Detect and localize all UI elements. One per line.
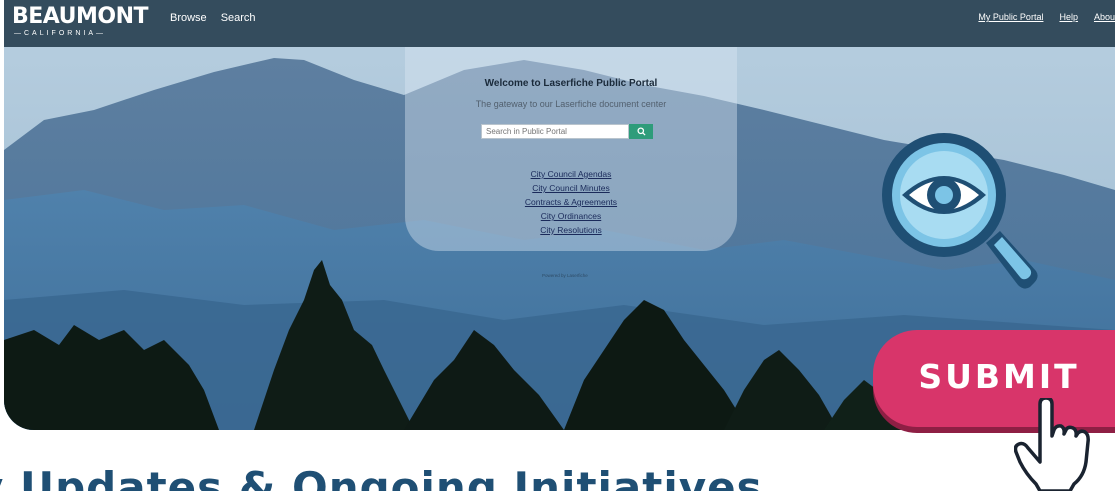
welcome-panel: Welcome to Laserfiche Public Portal The … xyxy=(405,47,737,251)
link-city-resolutions[interactable]: City Resolutions xyxy=(405,223,737,237)
search-icon xyxy=(636,127,646,136)
beaumont-logo[interactable]: BEAUMONT —CALIFORNIA— xyxy=(12,4,149,42)
nav-search[interactable]: Search xyxy=(221,12,256,24)
quick-links: City Council Agendas City Council Minute… xyxy=(405,167,737,237)
logo-text: BEAUMONT xyxy=(12,4,149,29)
main-nav: Browse Search xyxy=(170,12,256,24)
page-headline: y Updates & Ongoing Initiatives xyxy=(0,463,763,491)
powered-by-text: Powered by Laserfiche xyxy=(542,273,588,278)
link-city-council-agendas[interactable]: City Council Agendas xyxy=(405,167,737,181)
search-input[interactable] xyxy=(481,124,629,139)
eye-magnifier-icon xyxy=(882,133,1038,289)
pointer-hand-icon xyxy=(1014,398,1090,491)
link-contracts-agreements[interactable]: Contracts & Agreements xyxy=(405,195,737,209)
link-city-council-minutes[interactable]: City Council Minutes xyxy=(405,181,737,195)
link-city-ordinances[interactable]: City Ordinances xyxy=(405,209,737,223)
welcome-subtitle: The gateway to our Laserfiche document c… xyxy=(475,99,667,109)
account-links: My Public Portal Help Abou xyxy=(978,12,1115,22)
help-link[interactable]: Help xyxy=(1059,12,1078,22)
welcome-title: Welcome to Laserfiche Public Portal xyxy=(484,78,658,89)
search-button[interactable] xyxy=(629,124,653,139)
top-navigation-bar: BEAUMONT —CALIFORNIA— Browse Search My P… xyxy=(4,0,1115,47)
nav-browse[interactable]: Browse xyxy=(170,12,207,24)
portal-search xyxy=(481,124,653,139)
my-public-portal-link[interactable]: My Public Portal xyxy=(978,12,1043,22)
about-link[interactable]: Abou xyxy=(1094,12,1115,22)
logo-subtext: —CALIFORNIA— xyxy=(14,30,107,37)
